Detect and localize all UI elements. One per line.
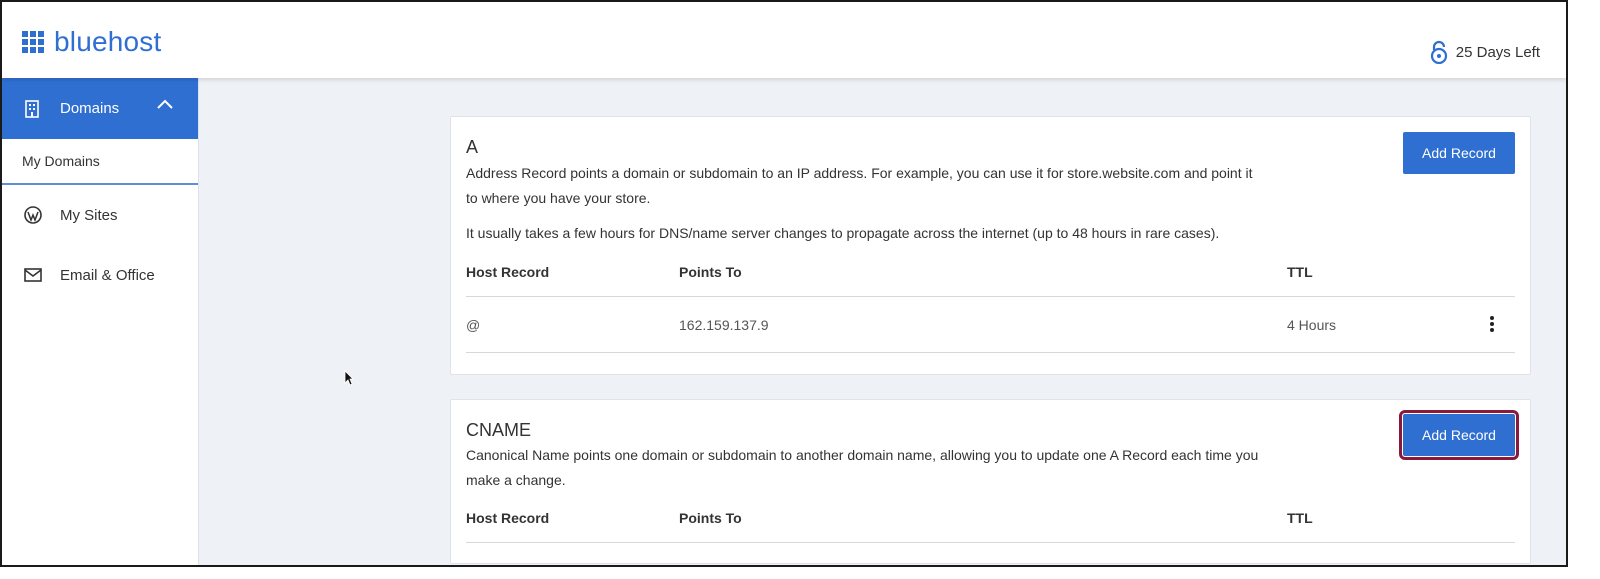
column-header-host: Host Record <box>466 264 550 280</box>
sidebar-item-email-office[interactable]: Email & Office <box>2 245 198 305</box>
chevron-up-icon[interactable] <box>156 98 174 110</box>
sidebar-subitem-my-domains[interactable]: My Domains <box>2 139 198 185</box>
logo-grid-icon <box>22 31 44 53</box>
cname-record-card: CNAME Canonical Name points one domain o… <box>450 399 1531 564</box>
points-to-value: 162.159.137.9 <box>679 316 769 333</box>
building-icon <box>25 99 39 118</box>
column-header-points-to: Points To <box>679 510 742 526</box>
a-record-table: Host Record Points To TTL @ 162.159.137.… <box>466 264 1515 353</box>
card-title: CNAME <box>466 420 532 440</box>
sidebar: Domains My Domains My Sites Email & Offi… <box>2 78 199 565</box>
cname-record-table: Host Record Points To TTL <box>466 510 1515 543</box>
propagation-note: It usually takes a few hours for DNS/nam… <box>466 225 1220 241</box>
sidebar-item-domains[interactable]: Domains <box>2 78 198 139</box>
ttl-value: 4 Hours <box>1287 316 1337 333</box>
table-header: Host Record Points To TTL <box>466 510 1515 543</box>
lock-icon <box>1430 40 1447 64</box>
column-header-points-to: Points To <box>679 264 742 280</box>
add-a-record-button[interactable]: Add Record <box>1403 132 1515 174</box>
column-header-host: Host Record <box>466 510 550 526</box>
main-content: A Address Record points a domain or subd… <box>200 78 1566 565</box>
logo-text: bluehost <box>54 26 162 57</box>
wordpress-icon <box>24 206 42 224</box>
more-options-icon[interactable] <box>1489 315 1495 333</box>
trial-days-left: 25 Days Left <box>1455 43 1540 61</box>
a-record-card: A Address Record points a domain or subd… <box>450 116 1531 375</box>
envelope-icon <box>24 268 42 282</box>
add-cname-record-button[interactable]: Add Record <box>1399 410 1519 460</box>
column-header-ttl: TTL <box>1287 264 1313 280</box>
top-header: bluehost 25 Days Left <box>2 2 1566 78</box>
host-record-value: @ <box>466 316 481 333</box>
sidebar-item-label: Domains <box>60 100 120 117</box>
card-title: A <box>466 137 479 157</box>
sidebar-subitem-label: My Domains <box>22 153 100 169</box>
card-description: Canonical Name points one domain or subd… <box>466 447 1259 488</box>
sidebar-item-my-sites[interactable]: My Sites <box>2 185 198 245</box>
table-row: @ 162.159.137.9 4 Hours <box>466 297 1515 353</box>
sidebar-item-label: My Sites <box>60 206 118 224</box>
app-window: bluehost 25 Days Left Domains My Domains… <box>0 0 1568 567</box>
bluehost-logo[interactable]: bluehost <box>22 26 161 58</box>
trial-status[interactable]: 25 Days Left <box>1430 40 1540 64</box>
mouse-cursor-icon <box>344 370 354 386</box>
card-description: Address Record points a domain or subdom… <box>466 165 1253 206</box>
table-header: Host Record Points To TTL <box>466 264 1515 297</box>
sidebar-item-label: Email & Office <box>60 266 155 284</box>
column-header-ttl: TTL <box>1287 510 1313 526</box>
